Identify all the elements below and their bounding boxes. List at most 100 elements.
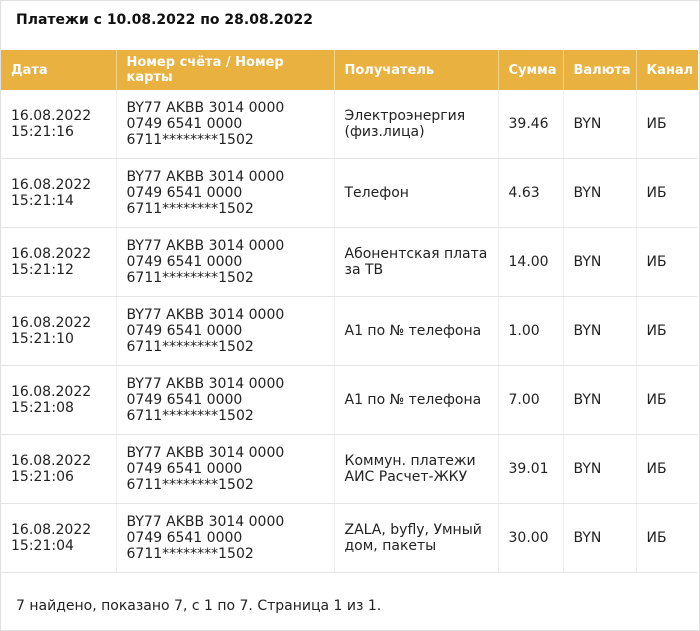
cell-account: BY77 AKBB 3014 0000 0749 6541 0000 6711***…: [116, 158, 335, 228]
cell-date: 16.08.2022 15:21:10: [1, 296, 117, 366]
cell-recipient-text: (физ.лица): [344, 124, 425, 140]
column-header-account[interactable]: Номер счёта / Номер карты: [116, 50, 335, 90]
cell-amount-text: 39.46: [508, 116, 549, 132]
cell-amount: 14.00: [498, 227, 564, 297]
cell-currency-text: BYN: [573, 254, 602, 270]
cell-recipient-text: А1 по № телефона: [344, 392, 482, 408]
cell-currency: BYN: [563, 503, 637, 573]
cell-account-text: BY77 AKBB 3014 0000: [126, 514, 285, 530]
cell-recipient-text: Телефон: [344, 185, 409, 201]
cell-amount: 7.00: [498, 365, 564, 435]
cell-date: 16.08.2022 15:21:08: [1, 365, 117, 435]
cell-account-text: 6711********1502: [126, 132, 254, 148]
cell-account-text: 0749 6541 0000: [126, 392, 243, 408]
cell-account-text: BY77 AKBB 3014 0000: [126, 307, 285, 323]
cell-account-text: 0749 6541 0000: [126, 461, 243, 477]
cell-account-text: 0749 6541 0000: [126, 116, 243, 132]
cell-recipient: А1 по № телефона: [334, 365, 499, 435]
cell-recipient: ZALA, byfly, Умный дом, пакеты: [334, 503, 499, 573]
cell-currency-text: BYN: [573, 461, 602, 477]
cell-account: BY77 AKBB 3014 0000 0749 6541 0000 6711***…: [116, 90, 335, 159]
column-header-recipient[interactable]: Получатель: [334, 50, 499, 90]
cell-amount: 39.01: [498, 434, 564, 504]
cell-recipient-text: Электроэнергия: [344, 108, 466, 124]
cell-recipient: А1 по № телефона: [334, 296, 499, 366]
cell-account-text: 0749 6541 0000: [126, 185, 243, 201]
table-row[interactable]: 16.08.2022 15:21:10 BY77 AKBB 3014 0000 074…: [1, 296, 698, 366]
cell-amount: 39.46: [498, 90, 564, 159]
cell-currency: BYN: [563, 365, 637, 435]
cell-currency: BYN: [563, 90, 637, 159]
cell-date-text: 16.08.2022: [11, 177, 92, 193]
cell-account-text: 0749 6541 0000: [126, 254, 243, 270]
cell-account-text: 6711********1502: [126, 408, 254, 424]
cell-recipient: Телефон: [334, 158, 499, 228]
cell-date-text: 16.08.2022: [11, 246, 92, 262]
cell-date-text: 15:21:08: [11, 400, 74, 416]
cell-currency-text: BYN: [573, 392, 602, 408]
table-row[interactable]: 16.08.2022 15:21:16 BY77 AKBB 3014 0000 074…: [1, 90, 698, 159]
cell-amount-text: 30.00: [508, 530, 549, 546]
table-row[interactable]: 16.08.2022 15:21:06 BY77 AKBB 3014 0000 074…: [1, 434, 698, 504]
column-header-currency[interactable]: Валюта: [563, 50, 637, 90]
cell-date-text: 15:21:16: [11, 124, 74, 140]
cell-channel: ИБ: [636, 434, 698, 504]
table-row[interactable]: 16.08.2022 15:21:14 BY77 AKBB 3014 0000 074…: [1, 158, 698, 228]
cell-date: 16.08.2022 15:21:14: [1, 158, 117, 228]
cell-recipient-text: Коммун. платежи: [344, 453, 476, 469]
cell-currency: BYN: [563, 158, 637, 228]
column-header-channel[interactable]: Канал: [636, 50, 698, 90]
cell-amount-text: 1.00: [508, 323, 540, 339]
cell-currency-text: BYN: [573, 323, 602, 339]
cell-account-text: 6711********1502: [126, 477, 254, 493]
cell-currency: BYN: [563, 434, 637, 504]
cell-recipient-text: АИС Расчет-ЖКУ: [344, 469, 468, 485]
cell-date-text: 16.08.2022: [11, 453, 92, 469]
cell-account-text: 6711********1502: [126, 270, 254, 286]
cell-date: 16.08.2022 15:21:16: [1, 90, 117, 159]
cell-channel: ИБ: [636, 503, 698, 573]
cell-date-text: 15:21:04: [11, 538, 74, 554]
table-header-row: Дата Номер счёта / Номер карты Получател…: [1, 50, 698, 90]
cell-date-text: 16.08.2022: [11, 522, 92, 538]
cell-date: 16.08.2022 15:21:06: [1, 434, 117, 504]
cell-recipient: Коммун. платежи АИС Расчет-ЖКУ: [334, 434, 499, 504]
table-row[interactable]: 16.08.2022 15:21:12 BY77 AKBB 3014 0000 074…: [1, 227, 698, 297]
cell-amount: 4.63: [498, 158, 564, 228]
cell-channel-text: ИБ: [646, 530, 667, 546]
cell-currency-text: BYN: [573, 185, 602, 201]
cell-account-text: BY77 AKBB 3014 0000: [126, 376, 285, 392]
cell-date-text: 16.08.2022: [11, 108, 92, 124]
cell-channel: ИБ: [636, 158, 698, 228]
cell-amount: 1.00: [498, 296, 564, 366]
column-header-amount[interactable]: Сумма: [498, 50, 564, 90]
table-row[interactable]: 16.08.2022 15:21:08 BY77 AKBB 3014 0000 074…: [1, 365, 698, 435]
cell-amount-text: 7.00: [508, 392, 540, 408]
cell-account: BY77 AKBB 3014 0000 0749 6541 0000 6711***…: [116, 296, 335, 366]
cell-currency-text: BYN: [573, 116, 602, 132]
cell-currency-text: BYN: [573, 530, 602, 546]
cell-account-text: BY77 AKBB 3014 0000: [126, 169, 285, 185]
cell-channel: ИБ: [636, 90, 698, 159]
cell-channel-text: ИБ: [646, 116, 667, 132]
cell-date-text: 16.08.2022: [11, 384, 92, 400]
cell-date-text: 15:21:10: [11, 331, 74, 347]
cell-amount-text: 39.01: [508, 461, 549, 477]
column-header-date[interactable]: Дата: [1, 50, 117, 90]
cell-channel: ИБ: [636, 296, 698, 366]
cell-recipient-text: дом, пакеты: [344, 538, 437, 554]
cell-channel: ИБ: [636, 227, 698, 297]
cell-date: 16.08.2022 15:21:12: [1, 227, 117, 297]
cell-currency: BYN: [563, 296, 637, 366]
cell-account: BY77 AKBB 3014 0000 0749 6541 0000 6711***…: [116, 503, 335, 573]
cell-recipient-text: Абонентская плата: [344, 246, 488, 262]
cell-account-text: 6711********1502: [126, 339, 254, 355]
cell-account: BY77 AKBB 3014 0000 0749 6541 0000 6711***…: [116, 227, 335, 297]
cell-account-text: BY77 AKBB 3014 0000: [126, 238, 285, 254]
cell-currency: BYN: [563, 227, 637, 297]
table-row[interactable]: 16.08.2022 15:21:04 BY77 AKBB 3014 0000 074…: [1, 503, 698, 573]
cell-recipient-text: за ТВ: [344, 262, 384, 278]
cell-amount-text: 4.63: [508, 185, 540, 201]
cell-recipient: Электроэнергия (физ.лица): [334, 90, 499, 159]
page-title: Платежи с 10.08.2022 по 28.08.2022: [16, 12, 313, 28]
